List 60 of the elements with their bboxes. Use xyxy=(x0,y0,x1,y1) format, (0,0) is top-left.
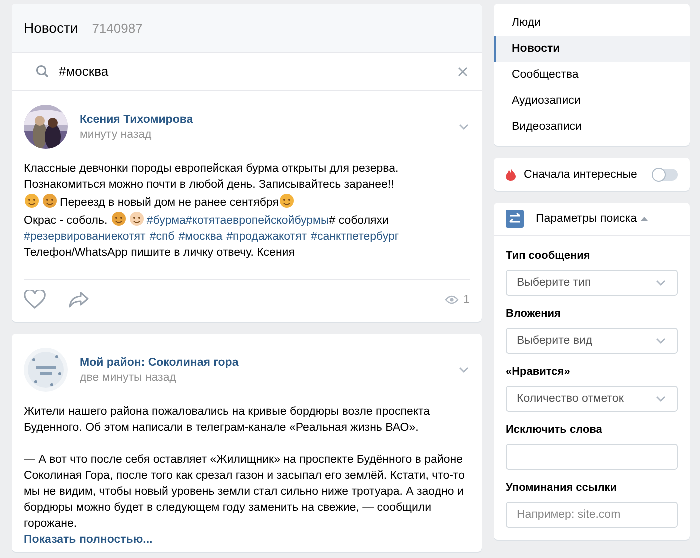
post-text: Познакомиться можно почти в любой день. Записывайтесь заранее!! xyxy=(24,179,394,191)
hashtag-link[interactable]: #москва xyxy=(178,229,223,245)
flame-icon xyxy=(506,168,516,181)
result-count: 7140987 xyxy=(92,21,143,36)
chevron-icon[interactable] xyxy=(458,365,470,375)
toggle-label: Сначала интересные xyxy=(524,168,638,180)
emoji-icon xyxy=(128,211,145,227)
menu-item[interactable]: Сообщества xyxy=(494,62,690,88)
post-text: Переезд в новый дом не ранее сентября xyxy=(60,197,279,209)
select-field[interactable]: Выберите тип xyxy=(506,270,678,296)
author-link[interactable]: Ксения Тихомирова xyxy=(80,114,446,126)
menu-item[interactable]: Люди xyxy=(494,10,690,36)
author-link[interactable]: Мой район: Соколиная гора xyxy=(80,356,446,368)
field-label: «Нравится» xyxy=(506,366,572,378)
eye-icon xyxy=(444,295,459,305)
chevron-icon xyxy=(655,278,667,288)
field-label: Тип сообщения xyxy=(506,250,592,262)
chevron-icon[interactable] xyxy=(458,122,470,132)
hashtag-link[interactable]: #санктпетербург xyxy=(311,229,400,245)
emoji-icon xyxy=(42,193,58,209)
show-more-link[interactable]: Показать полностью... xyxy=(24,534,153,546)
post-text: Окрас - соболь. xyxy=(24,215,109,227)
close-icon[interactable] xyxy=(458,66,468,76)
post-time: минуту назад xyxy=(80,128,153,140)
hashtag-link[interactable]: #котятаевропейскойбурмы xyxy=(186,215,330,227)
emoji-icon xyxy=(24,193,40,209)
emoji-icon xyxy=(278,193,295,209)
hashtag-link[interactable]: #бурма xyxy=(146,215,186,227)
menu-item[interactable]: Новости xyxy=(494,36,690,62)
emoji-icon xyxy=(110,211,127,227)
select-field[interactable]: Выберите вид xyxy=(506,328,678,354)
hashtag-link[interactable]: #спб xyxy=(150,229,175,245)
hashtag-link[interactable]: #резервированиекотят xyxy=(24,229,146,245)
menu-item[interactable]: Видеозаписи xyxy=(494,114,690,140)
input-field[interactable]: Например: site.com xyxy=(506,502,678,528)
heart-icon[interactable] xyxy=(24,290,46,310)
toggle-switch[interactable] xyxy=(654,168,678,180)
caret-icon[interactable] xyxy=(640,217,648,221)
post-text: Жители нашего района пожаловались на кривые бордюры возле проспекта Буденного. Об этом написали в телеграм-канале «Реальная жизнь ВАО». xyxy=(24,405,432,436)
post-text: # соболяхи xyxy=(329,215,389,227)
field-label: Исключить слова xyxy=(506,424,604,436)
post-text: Телефон/WhatsApp пишите в личку отвечу. Ксения xyxy=(24,247,295,259)
field-label: Упоминания ссылки xyxy=(506,482,618,494)
hashtag-link[interactable]: #продажакотят xyxy=(226,229,308,245)
input-field[interactable] xyxy=(506,444,678,470)
field-label: Вложения xyxy=(506,308,562,320)
chevron-icon xyxy=(655,394,667,404)
page-title: Новости xyxy=(24,20,78,36)
view-count: 1 xyxy=(464,294,470,306)
filter-icon xyxy=(506,210,524,228)
post-time: две минуты назад xyxy=(80,372,178,384)
chevron-icon xyxy=(655,336,667,346)
select-field[interactable]: Количество отметок xyxy=(506,386,678,412)
post-text: — А вот что после себя оставляет «Жилищник» на проспекте Будённого в районе Соколиная Гора, после того как срезал газон и засыпал его землёй. Кстати, что-то мы не видим, чтобы новый уровень земли стал сильно ниже тротуара. А заодно и бордюры можно будет в следующем году заменить на свежие, — сообщили горожане. xyxy=(24,453,466,532)
search-icon xyxy=(36,65,49,78)
params-title[interactable]: Параметры поиска xyxy=(536,213,637,225)
search-field[interactable]: #москва xyxy=(59,64,448,79)
share-icon[interactable] xyxy=(68,291,90,309)
post-text: Классные девчонки породы европейская бурма открыты для резерва. xyxy=(24,163,399,175)
menu-item[interactable]: Аудиозаписи xyxy=(494,88,690,114)
